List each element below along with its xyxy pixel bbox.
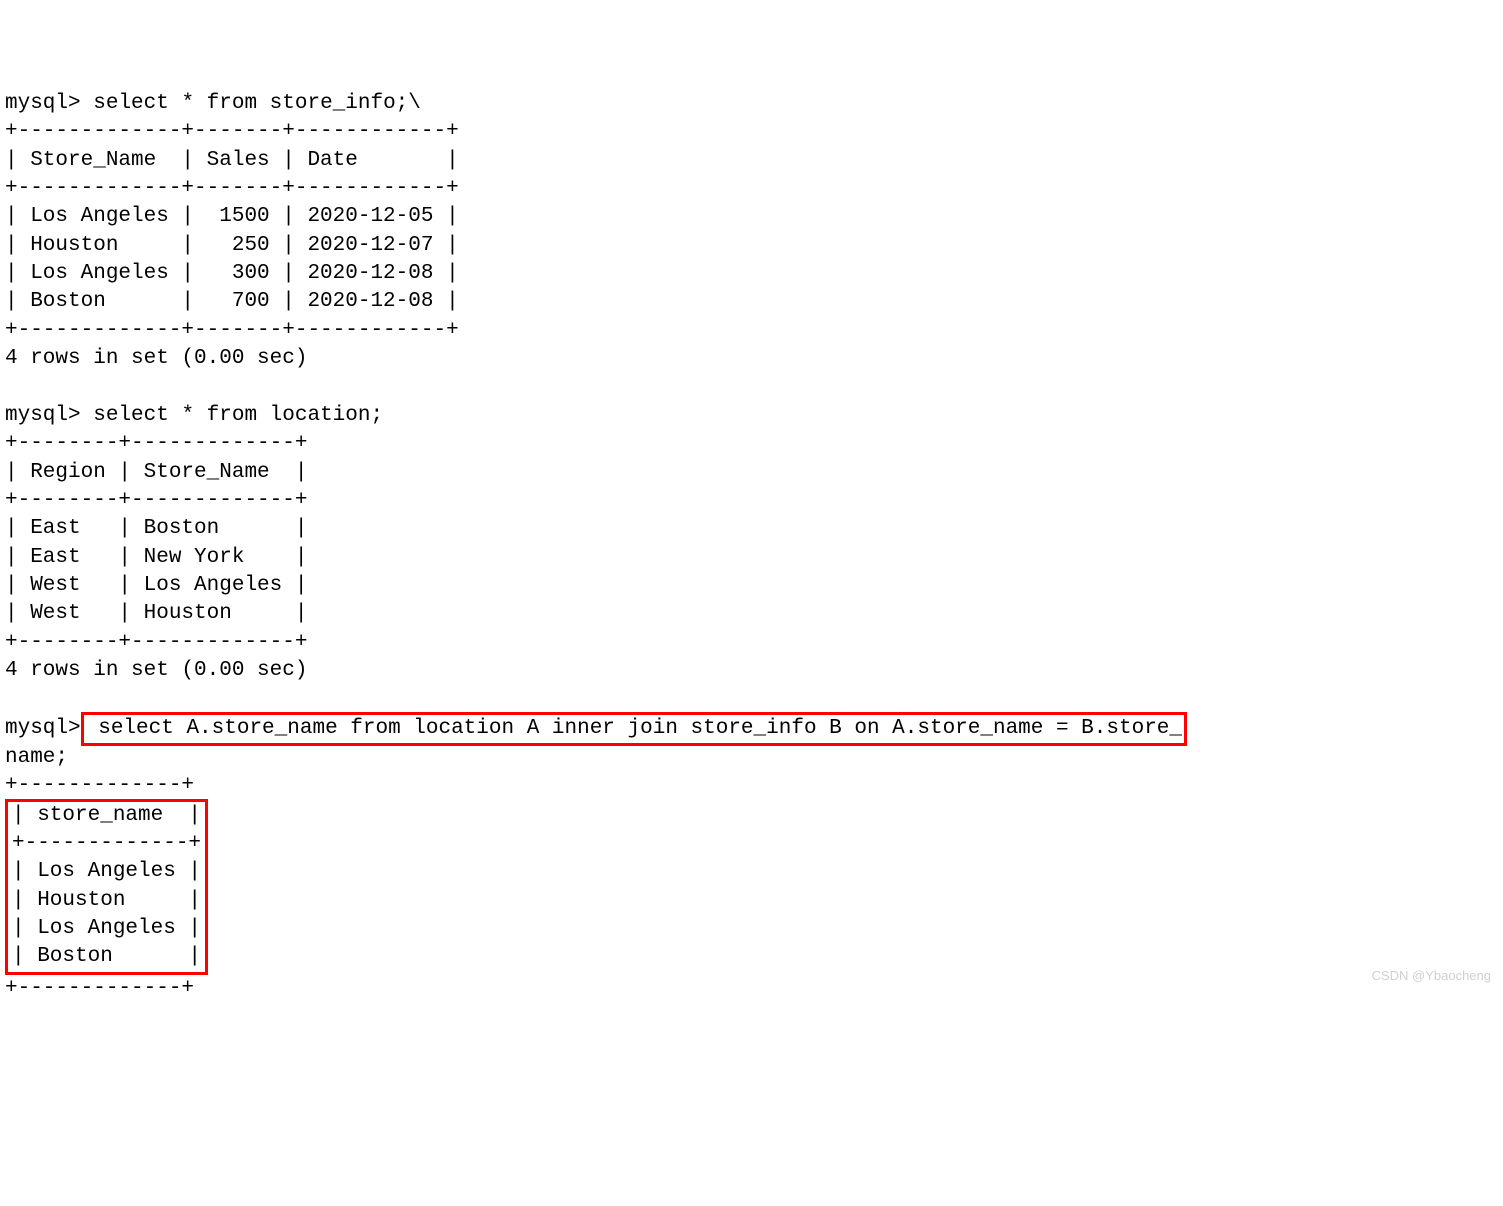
table-border: +-------------+ — [5, 774, 194, 797]
prompt: mysql> select * from location; — [5, 404, 383, 427]
sql-continuation: name; — [5, 746, 68, 769]
table-row: | Houston | 250 | 2020-12-07 | — [5, 234, 459, 257]
table-border: +--------+-------------+ — [5, 432, 307, 455]
prompt: mysql> — [5, 717, 81, 740]
table-border: +-------------+-------+------------+ — [5, 177, 459, 200]
table-row: | Boston | — [12, 945, 201, 968]
table-row: | East | Boston | — [5, 517, 307, 540]
table-border: +--------+-------------+ — [5, 631, 307, 654]
table-row: | Boston | 700 | 2020-12-08 | — [5, 290, 459, 313]
table-border: +--------+-------------+ — [5, 489, 307, 512]
prompt: mysql> select * from store_info;\ — [5, 92, 421, 115]
highlighted-result: | store_name | +-------------+ | Los Ang… — [5, 799, 208, 975]
result-footer: 4 rows in set (0.00 sec) — [5, 659, 307, 682]
table-header: | Region | Store_Name | — [5, 461, 307, 484]
table-border: +-------------+ — [12, 832, 201, 855]
sql-query-2: select * from location; — [93, 404, 383, 427]
table-border: +-------------+-------+------------+ — [5, 120, 459, 143]
watermark: CSDN @Ybaocheng — [1372, 967, 1491, 985]
table-row: | West | Houston | — [5, 602, 307, 625]
highlighted-sql: select A.store_name from location A inne… — [81, 712, 1187, 746]
table-header: | Store_Name | Sales | Date | — [5, 149, 459, 172]
table-border: +-------------+ — [5, 977, 194, 1000]
table-row: | Los Angeles | 1500 | 2020-12-05 | — [5, 205, 459, 228]
result-footer: 4 rows in set (0.00 sec) — [5, 347, 307, 370]
table-header: | store_name | — [12, 804, 201, 827]
table-row: | Los Angeles | — [12, 917, 201, 940]
table-row: | Los Angeles | — [12, 860, 201, 883]
sql-query-1: select * from store_info;\ — [93, 92, 421, 115]
table-row: | Houston | — [12, 889, 201, 912]
table-row: | West | Los Angeles | — [5, 574, 307, 597]
table-border: +-------------+-------+------------+ — [5, 319, 459, 342]
terminal-output: mysql> select * from store_info;\ +-----… — [5, 90, 1498, 1003]
table-row: | Los Angeles | 300 | 2020-12-08 | — [5, 262, 459, 285]
table-row: | East | New York | — [5, 546, 307, 569]
